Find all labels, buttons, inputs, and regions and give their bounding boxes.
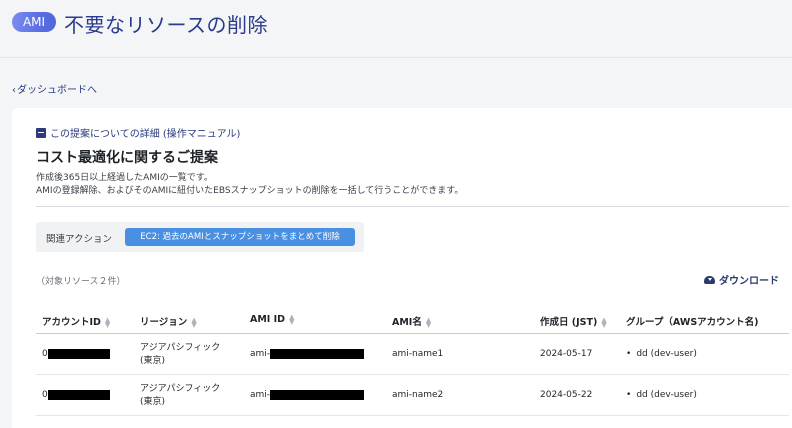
column-header-ami-name[interactable]: AMI名 ▲ ▼ bbox=[392, 314, 431, 328]
sort-icon: ▲ ▼ bbox=[289, 312, 295, 326]
target-resource-count: （対象リソース２件） bbox=[36, 277, 126, 287]
column-header-label: アカウントID bbox=[42, 317, 101, 328]
sort-icon: ▲ ▼ bbox=[104, 315, 111, 329]
description-line-2: AMIの登録解除、およびそのAMIに紐付いたEBSスナップショットの削除を一括し… bbox=[36, 186, 464, 196]
created-date-cell: 2024-05-22 bbox=[540, 390, 593, 400]
back-to-dashboard-link[interactable]: ‹ダッシュボードへ bbox=[12, 81, 97, 96]
ami-id-prefix: ami- bbox=[250, 390, 271, 400]
region-cell: アジアパシフィック (東京) bbox=[140, 383, 220, 409]
proposal-description: 作成後365日以上経過したAMIの一覧です。 AMIの登録解除、およびそのAMI… bbox=[36, 172, 463, 198]
sort-icon: ▲ ▼ bbox=[191, 315, 197, 329]
download-button[interactable]: ダウンロード bbox=[704, 272, 779, 287]
delete-ami-snapshot-button[interactable]: EC2: 過去のAMIとスナップショットをまとめて削除 bbox=[125, 228, 355, 246]
account-id-cell: 0 bbox=[42, 348, 110, 361]
chevron-left-icon: ‹ bbox=[12, 85, 16, 96]
region-line-1: アジアパシフィック bbox=[140, 384, 221, 394]
page-header: AMI 不要なリソースの削除 bbox=[0, 0, 792, 58]
document-icon bbox=[36, 127, 46, 138]
ami-id-prefix: ami- bbox=[250, 349, 271, 359]
ami-name-cell: ami-name2 bbox=[392, 390, 444, 400]
group-cell: dd (dev-user) bbox=[626, 348, 697, 361]
redacted-block bbox=[270, 348, 365, 359]
proposal-title: コスト最適化に関するご提案 bbox=[36, 150, 218, 166]
column-header-label: AMI ID bbox=[250, 314, 286, 325]
redacted-block bbox=[47, 348, 110, 359]
region-line-1: アジアパシフィック bbox=[140, 343, 221, 353]
table-header: アカウントID ▲ ▼ リージョン ▲ ▼ AMI ID ▲ ▼ AMI名 ▲ ▼ 作成日 (J… bbox=[36, 306, 789, 334]
related-action-box: 関連アクション EC2: 過去のAMIとスナップショットをまとめて削除 bbox=[36, 222, 364, 252]
redacted-block bbox=[270, 389, 365, 400]
region-cell: アジアパシフィック (東京) bbox=[140, 342, 220, 368]
sort-icon: ▲ ▼ bbox=[601, 315, 607, 329]
proposal-card: この提案についての詳細 (操作マニュアル) コスト最適化に関するご提案 作成後3… bbox=[12, 108, 792, 428]
download-label: ダウンロード bbox=[719, 276, 779, 287]
column-header-label: リージョン bbox=[140, 317, 188, 328]
manual-link-label: この提案についての詳細 (操作マニュアル) bbox=[50, 129, 241, 140]
column-header-ami-id[interactable]: AMI ID ▲ ▼ bbox=[250, 312, 295, 326]
table-row[interactable]: 0 アジアパシフィック (東京) ami- ami-name1 2024-05-1… bbox=[36, 335, 789, 375]
column-header-label: AMI名 bbox=[392, 317, 422, 328]
divider bbox=[36, 206, 789, 207]
sort-icon: ▲ ▼ bbox=[425, 315, 432, 329]
column-header-label: 作成日 (JST) bbox=[540, 317, 598, 328]
table-row[interactable]: 0 アジアパシフィック (東京) ami- ami-name2 2024-05-2… bbox=[36, 376, 789, 416]
account-id-cell: 0 bbox=[42, 389, 110, 402]
cloud-download-icon bbox=[704, 275, 715, 284]
description-line-1: 作成後365日以上経過したAMIの一覧です。 bbox=[36, 173, 213, 183]
group-cell: dd (dev-user) bbox=[626, 389, 697, 402]
region-line-2: (東京) bbox=[140, 397, 166, 407]
manual-link[interactable]: この提案についての詳細 (操作マニュアル) bbox=[36, 125, 240, 140]
column-header-created-date[interactable]: 作成日 (JST) ▲ ▼ bbox=[540, 314, 607, 328]
related-action-label: 関連アクション bbox=[46, 234, 113, 245]
column-header-group: グループ（AWSアカウント名) bbox=[626, 317, 759, 328]
page-title: 不要なリソースの削除 bbox=[64, 13, 268, 37]
column-header-account-id[interactable]: アカウントID ▲ ▼ bbox=[42, 314, 110, 328]
ami-name-cell: ami-name1 bbox=[392, 349, 444, 359]
ami-id-cell: ami- bbox=[250, 389, 365, 402]
back-link-label: ダッシュボードへ bbox=[17, 85, 97, 96]
ami-badge: AMI bbox=[12, 12, 56, 32]
redacted-block bbox=[47, 389, 110, 400]
created-date-cell: 2024-05-17 bbox=[540, 349, 593, 359]
ami-id-cell: ami- bbox=[250, 348, 365, 361]
region-line-2: (東京) bbox=[140, 356, 166, 366]
column-header-region[interactable]: リージョン ▲ ▼ bbox=[140, 314, 197, 328]
